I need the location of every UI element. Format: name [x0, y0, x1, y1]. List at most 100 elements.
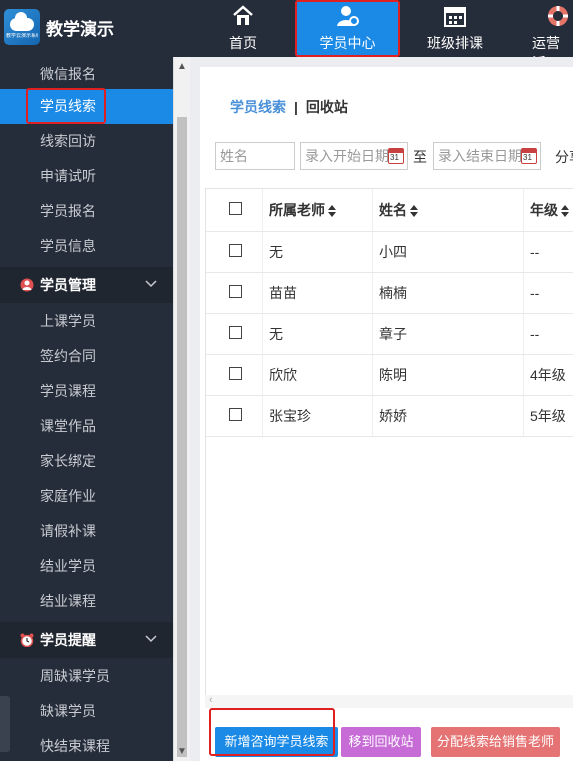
name-input[interactable]: 姓名: [215, 142, 295, 170]
sort-icon[interactable]: [328, 205, 336, 218]
sidebar-item-lead-followup[interactable]: 线索回访: [0, 124, 173, 159]
cell-name: 娇娇: [379, 408, 407, 424]
sidebar-group-student-management[interactable]: 学员管理: [0, 267, 173, 303]
sidebar-item-contracts[interactable]: 签约合同: [0, 339, 173, 374]
main-content: 学员线索 | 回收站 姓名 录入开始日期 31 至 录入结束日期 31 分享 所属老…: [190, 57, 573, 761]
table-horizontal-scrollbar[interactable]: ‹: [205, 694, 573, 708]
calendar-day: 31: [523, 153, 532, 162]
column-header-grade[interactable]: 年级: [530, 189, 569, 231]
highlight-frame: [26, 88, 106, 124]
nav-home[interactable]: 首页: [215, 0, 271, 57]
sidebar-item-absent-students[interactable]: 缺课学员: [0, 694, 173, 729]
end-date-input[interactable]: 录入结束日期 31: [433, 142, 541, 170]
assign-leads-button[interactable]: 分配线索给销售老师: [431, 727, 560, 757]
alarm-clock-icon: [20, 633, 34, 647]
column-header-label: 年级: [530, 202, 558, 218]
app-logo[interactable]: 教学云演示系统: [4, 9, 40, 45]
cell-teacher: 张宝珍: [269, 408, 311, 424]
sidebar-scrollbar[interactable]: ▲ ▼: [173, 57, 190, 761]
row-checkbox[interactable]: [229, 408, 242, 421]
column-divider: [262, 232, 263, 272]
row-checkbox[interactable]: [229, 367, 242, 380]
select-all-checkbox[interactable]: [229, 202, 242, 215]
calendar-icon[interactable]: 31: [388, 148, 404, 164]
sidebar-item-wechat-signup[interactable]: 微信报名: [0, 57, 173, 92]
home-icon: [233, 5, 253, 25]
column-header-teacher[interactable]: 所属老师: [269, 189, 336, 231]
table-row[interactable]: 张宝珍 娇娇 5年级: [206, 396, 573, 437]
sidebar-item-enrollment[interactable]: 学员报名: [0, 194, 173, 229]
scroll-up-arrow[interactable]: ▲: [177, 61, 187, 72]
chevron-down-icon: [145, 280, 157, 288]
column-header-label: 姓名: [379, 202, 407, 218]
sidebar-item-student-courses[interactable]: 学员课程: [0, 374, 173, 409]
cell-name: 小四: [379, 244, 407, 260]
calendar-icon: [444, 7, 466, 27]
row-checkbox[interactable]: [229, 285, 242, 298]
sidebar-item-parent-binding[interactable]: 家长绑定: [0, 444, 173, 479]
sidebar-item-attending-students[interactable]: 上课学员: [0, 304, 173, 339]
logo-text: 教学云演示系统: [6, 33, 38, 39]
cell-grade: --: [530, 326, 540, 342]
scroll-left-arrow[interactable]: ‹: [209, 694, 213, 706]
sidebar-item-trial-request[interactable]: 申请试听: [0, 159, 173, 194]
table-header-row: 所属老师 姓名 年级: [206, 189, 573, 232]
sort-icon[interactable]: [410, 205, 418, 218]
highlight-frame: [209, 708, 335, 756]
sidebar-group-label: 学员提醒: [40, 632, 96, 648]
sidebar-item-graduated-courses[interactable]: 结业课程: [0, 584, 173, 619]
column-divider: [262, 189, 263, 231]
scroll-thumb[interactable]: [177, 117, 187, 757]
cell-name: 陈明: [379, 367, 407, 383]
nav-operations[interactable]: 运营活: [528, 0, 573, 57]
cell-grade: 5年级: [530, 408, 566, 424]
table-row[interactable]: 无 章子 --: [206, 314, 573, 355]
row-checkbox[interactable]: [229, 244, 242, 257]
sidebar-item-graduated-students[interactable]: 结业学员: [0, 549, 173, 584]
cell-teacher: 无: [269, 244, 283, 260]
content-panel: 学员线索 | 回收站 姓名 录入开始日期 31 至 录入结束日期 31 分享 所属老…: [200, 67, 573, 761]
column-divider: [523, 396, 524, 436]
move-to-recycle-button[interactable]: 移到回收站: [341, 727, 421, 757]
breadcrumb-link[interactable]: 学员线索: [230, 99, 286, 115]
sidebar-item-weekly-absent[interactable]: 周缺课学员: [0, 659, 173, 694]
table-row[interactable]: 苗苗 楠楠 --: [206, 273, 573, 314]
chevron-down-icon: [145, 635, 157, 643]
sidebar-group-label: 学员管理: [40, 277, 96, 293]
table-row[interactable]: 无 小四 --: [206, 232, 573, 273]
sidebar-group-student-reminders[interactable]: 学员提醒: [0, 622, 173, 658]
scroll-down-arrow[interactable]: ▼: [177, 746, 187, 757]
calendar-icon[interactable]: 31: [521, 148, 537, 164]
column-divider: [262, 355, 263, 395]
share-label[interactable]: 分享: [555, 147, 573, 167]
column-divider: [523, 232, 524, 272]
column-divider: [372, 189, 373, 231]
start-date-placeholder: 录入开始日期: [305, 148, 389, 164]
column-divider: [372, 232, 373, 272]
sort-icon[interactable]: [561, 205, 569, 218]
nav-home-label: 首页: [229, 35, 257, 51]
start-date-input[interactable]: 录入开始日期 31: [300, 142, 408, 170]
column-header-name[interactable]: 姓名: [379, 189, 418, 231]
cell-grade: --: [530, 285, 540, 301]
sidebar-item-ending-courses[interactable]: 快结束课程: [0, 729, 173, 761]
table-row[interactable]: 欣欣 陈明 4年级: [206, 355, 573, 396]
column-divider: [372, 355, 373, 395]
sidebar-item-class-works[interactable]: 课堂作品: [0, 409, 173, 444]
cell-grade: 4年级: [530, 367, 566, 383]
nav-class-schedule[interactable]: 班级排课: [420, 0, 490, 57]
user-circle-icon: [20, 278, 34, 292]
cell-teacher: 无: [269, 326, 283, 342]
cell-name: 章子: [379, 326, 407, 342]
sidebar-collapse-handle[interactable]: [0, 696, 10, 752]
nav-operations-label: 运营活: [532, 35, 560, 57]
sidebar-item-student-info[interactable]: 学员信息: [0, 229, 173, 264]
sidebar-item-leave-makeup[interactable]: 请假补课: [0, 514, 173, 549]
column-divider: [523, 189, 524, 231]
column-divider: [523, 355, 524, 395]
cloud-icon: [10, 12, 34, 31]
sidebar-item-homework[interactable]: 家庭作业: [0, 479, 173, 514]
breadcrumb-current: 回收站: [305, 99, 348, 115]
row-checkbox[interactable]: [229, 326, 242, 339]
column-divider: [523, 314, 524, 354]
